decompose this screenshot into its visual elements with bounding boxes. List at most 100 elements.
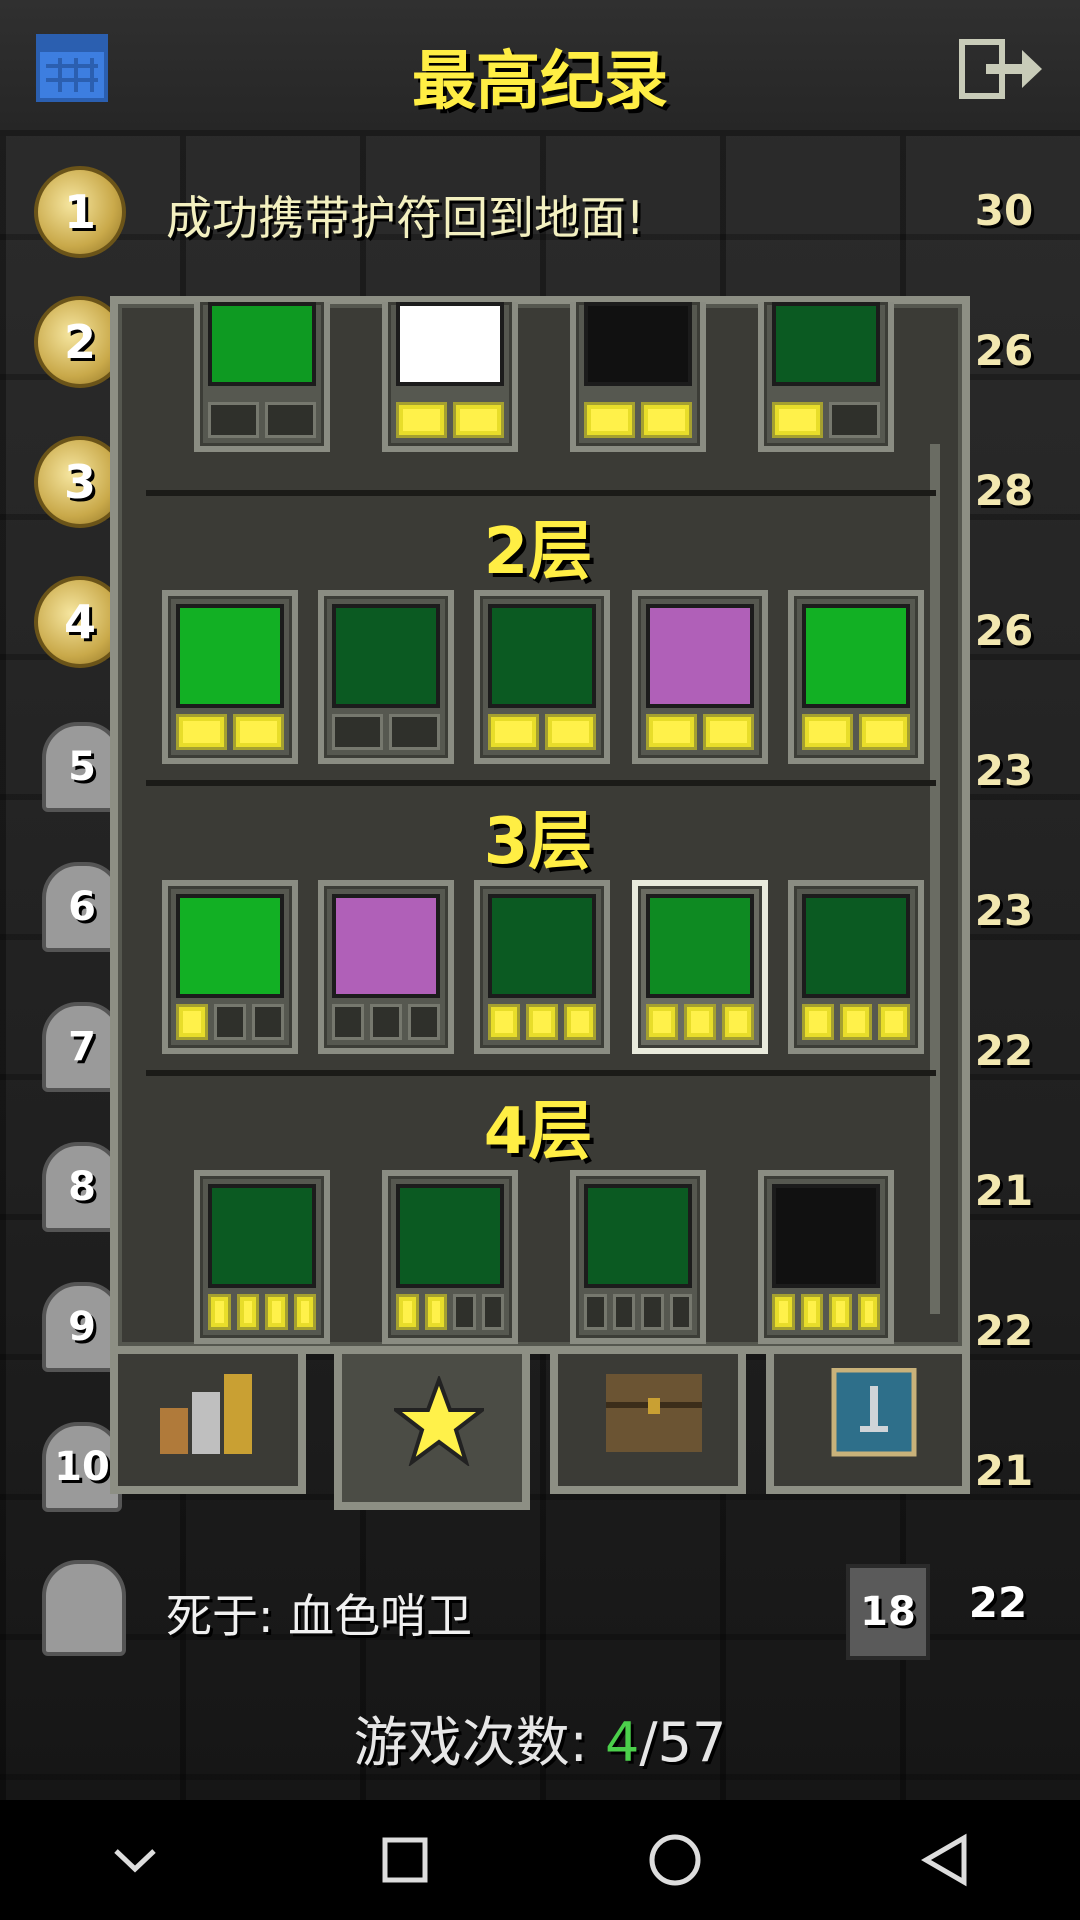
exit-icon[interactable] [958,36,1044,102]
pip-empty [332,714,383,750]
games-label: 游戏次数: [353,1711,588,1774]
ghost-badge[interactable] [758,1170,894,1344]
bow-arrow-icon [396,1184,504,1288]
weapon-shield-badge[interactable] [788,590,924,764]
rank-badge: 1 [34,166,126,258]
pip-filled [829,1294,852,1330]
pip-empty [389,714,440,750]
level-badge[interactable] [758,302,894,452]
back-button[interactable] [875,1810,1015,1910]
badge-progress [488,1004,596,1040]
bow-red-badge[interactable] [194,1170,330,1344]
floor-value: 18 [860,1589,916,1635]
pip-filled [859,714,910,750]
pip-filled [646,714,697,750]
divider [146,490,936,496]
tree-shield-badge[interactable] [632,880,768,1054]
collapse-button[interactable] [65,1810,205,1910]
pip-empty [370,1004,402,1040]
sword-card-icon [831,1368,917,1457]
pip-filled [265,1294,288,1330]
pip-empty [332,1004,364,1040]
tree-icon [488,604,596,708]
badges-tab[interactable] [334,1354,530,1510]
pip-filled [584,402,635,438]
badge-progress [772,402,880,438]
pip-filled [176,714,227,750]
record-depth: 22 [974,1306,1034,1355]
pip-filled [800,1294,823,1330]
ghost-icon [772,1184,880,1288]
level-icon [772,302,880,386]
badge-progress [396,1294,504,1330]
badge-progress [584,1294,692,1330]
pip-filled [488,1004,520,1040]
food-star-badge[interactable] [162,590,298,764]
record-text[interactable]: 成功携带护符回到地面! [166,182,644,248]
pip-filled [208,1294,231,1330]
bow-icon [332,894,440,998]
page-title: 最高纪录 [412,45,668,119]
games-current: 4 [605,1711,640,1774]
record-depth: 23 [974,746,1034,795]
bow-badge[interactable] [318,880,454,1054]
divider [146,780,936,786]
pip-filled [772,402,823,438]
armor-badge[interactable] [382,302,518,452]
pip-filled [772,1294,795,1330]
pip-filled [293,1294,316,1330]
stats-tab[interactable] [110,1354,306,1494]
tree-shield-icon [646,894,754,998]
home-button[interactable] [605,1810,745,1910]
record-depth: 30 [974,186,1034,235]
badge-progress [772,1294,880,1330]
current-record-row[interactable]: 死于: 血色哨卫 18 22 [0,1556,1080,1666]
recents-button[interactable] [335,1810,475,1910]
record-depth: 26 [974,606,1034,655]
pip-filled [526,1004,558,1040]
games-total: /57 [639,1711,727,1774]
badge-progress [802,714,910,750]
pip-empty [829,402,880,438]
pip-filled [564,1004,596,1040]
pip-empty [669,1294,692,1330]
chest-icon [606,1374,702,1452]
level-value: 22 [968,1578,1028,1627]
circle-icon [649,1834,701,1886]
bow-arrow-badge[interactable] [382,1170,518,1344]
badge-progress [488,714,596,750]
record-depth: 21 [974,1446,1034,1495]
tree-badge[interactable] [474,590,610,764]
journal-tab[interactable] [766,1354,970,1494]
tree-target-icon [802,894,910,998]
pip-filled [488,714,539,750]
food-badge[interactable] [194,302,330,452]
bow-skull-icon [584,1184,692,1288]
pip-filled [684,1004,716,1040]
weapon-arrow-badge[interactable] [162,880,298,1054]
tier-label: 3层 [483,805,593,879]
potion-icon [332,604,440,708]
system-nav-bar [0,1800,1080,1920]
monster-badge[interactable] [570,302,706,452]
potion-badge[interactable] [318,590,454,764]
games-count: 游戏次数: 4/57 [0,1698,1080,1777]
pip-empty [641,1294,664,1330]
tier-label: 4层 [483,1095,593,1169]
bow-skull-badge[interactable] [570,1170,706,1344]
tombstone-icon [42,1560,126,1656]
badge-progress [584,402,692,438]
record-depth: 22 [974,1026,1034,1075]
bar-chart-icon [160,1374,252,1454]
pip-filled [233,714,284,750]
chest-tab[interactable] [550,1354,746,1494]
badge-progress [176,1004,284,1040]
food-icon [208,302,316,386]
floor-icon: 18 [846,1564,930,1660]
pip-filled [802,1004,834,1040]
armor-icon [396,302,504,386]
tree-target-badge[interactable] [788,880,924,1054]
magic-skull-badge[interactable] [632,590,768,764]
square-icon [382,1837,428,1883]
tree-weapon-badge[interactable] [474,880,610,1054]
